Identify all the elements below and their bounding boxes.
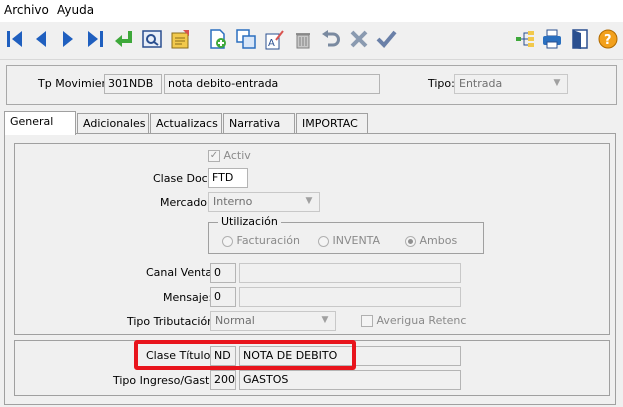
tp-movimien-label: Tp Movimien: [38, 77, 113, 90]
edit-icon: A [265, 30, 284, 50]
svg-text:?: ? [604, 33, 612, 48]
menu-archivo[interactable]: Archivo [4, 3, 49, 17]
delete-button[interactable] [291, 26, 315, 52]
menu-ayuda[interactable]: Ayuda [57, 3, 94, 17]
canal-venta-label: Canal Venta: [146, 266, 216, 279]
mensaje-desc-field [239, 287, 461, 307]
new-icon [210, 29, 226, 49]
enter-button[interactable] [112, 26, 136, 52]
radio-inventa-label: INVENTA [332, 234, 381, 247]
report-button[interactable] [168, 26, 192, 52]
clase-doc-field[interactable]: FTD [208, 168, 248, 188]
copy-button[interactable] [234, 26, 258, 52]
tipo-label: Tipo: [428, 77, 455, 90]
last-icon [88, 31, 103, 47]
tipo-ingreso-label: Tipo Ingreso/Gasto: [113, 374, 220, 387]
mercado-label: Mercado: [160, 196, 211, 209]
next-record-button[interactable] [56, 26, 80, 52]
tipo-tributacion-select[interactable]: Normal ▼ [210, 311, 336, 331]
enter-icon [115, 31, 132, 47]
tab-adicionales[interactable]: Adicionales [77, 113, 149, 133]
tp-movimien-desc-field[interactable]: nota debito-entrada [164, 74, 380, 94]
radio-inventa[interactable]: INVENTA [318, 234, 380, 247]
preview-button[interactable] [140, 26, 164, 52]
radio-ambos[interactable]: Ambos [405, 234, 457, 247]
tree-icon [516, 31, 534, 47]
averigua-retenc-label: Averigua Retenc [376, 314, 467, 327]
print-icon [543, 29, 561, 49]
svg-text:A: A [268, 38, 275, 49]
checkbox-empty-icon: ✓ [361, 315, 373, 327]
first-record-button[interactable] [3, 26, 27, 52]
last-record-button[interactable] [83, 26, 107, 52]
confirm-icon [376, 30, 397, 48]
prev-icon [36, 31, 46, 47]
activ-label: Activ [223, 149, 251, 162]
highlight-box [134, 340, 356, 370]
tipo-tributacion-label: Tipo Tributación: [127, 315, 218, 328]
radio-icon [222, 235, 233, 247]
toolbar-divider [0, 59, 623, 60]
radio-ambos-label: Ambos [419, 234, 458, 247]
mercado-select[interactable]: Interno ▼ [208, 192, 320, 212]
edit-button[interactable]: A [262, 26, 286, 52]
tipo-ingreso-code-field[interactable]: 200 [210, 370, 236, 390]
first-icon [7, 31, 22, 47]
help-button[interactable]: ? [596, 26, 620, 52]
tp-movimien-code-field[interactable]: 301NDB [104, 74, 162, 94]
tipo-select-value: Entrada [459, 77, 503, 90]
exit-icon [572, 29, 588, 49]
averigua-retenc-checkbox[interactable]: ✓ Averigua Retenc [361, 314, 466, 327]
radio-selected-icon [405, 235, 416, 247]
tipo-select[interactable]: Entrada ▼ [454, 74, 568, 94]
activ-checkbox[interactable]: ✓ Activ [208, 149, 251, 162]
tipo-tributacion-select-value: Normal [215, 314, 255, 327]
radio-facturacion[interactable]: Facturación [222, 234, 300, 247]
undo-icon [322, 30, 340, 47]
mercado-select-value: Interno [213, 195, 253, 208]
prev-record-button[interactable] [29, 26, 53, 52]
utilizacion-legend: Utilización [218, 215, 281, 228]
mensaje-label: Mensaje: [163, 291, 213, 304]
canal-venta-code-field[interactable]: 0 [210, 263, 236, 283]
delete-icon [296, 33, 310, 49]
help-icon: ? [598, 29, 618, 49]
preview-icon [142, 30, 162, 48]
tab-narrativa[interactable]: Narrativa [223, 113, 295, 133]
next-icon [63, 31, 73, 47]
clase-doc-label: Clase Doc: [153, 172, 212, 185]
tab-importac[interactable]: IMPORTAC [296, 113, 368, 133]
confirm-button[interactable] [374, 26, 398, 52]
mensaje-code-field[interactable]: 0 [210, 287, 236, 307]
exit-button[interactable] [568, 26, 592, 52]
tree-button[interactable] [513, 26, 537, 52]
radio-facturacion-label: Facturación [236, 234, 300, 247]
cancel-icon [350, 30, 368, 48]
tab-general[interactable]: General [4, 111, 76, 135]
copy-icon [236, 29, 256, 49]
undo-button[interactable] [319, 26, 343, 52]
check-icon: ✓ [208, 150, 220, 162]
cancel-button[interactable] [347, 26, 371, 52]
print-button[interactable] [540, 26, 564, 52]
new-button[interactable] [205, 26, 229, 52]
report-icon [171, 30, 189, 49]
radio-icon [318, 235, 329, 247]
chevron-down-icon: ▼ [553, 78, 561, 88]
tipo-ingreso-desc-field: GASTOS [239, 370, 461, 390]
tab-actualizacs[interactable]: Actualizacs [150, 113, 222, 133]
chevron-down-icon: ▼ [321, 315, 329, 325]
chevron-down-icon: ▼ [305, 196, 313, 206]
canal-venta-desc-field [239, 263, 461, 283]
